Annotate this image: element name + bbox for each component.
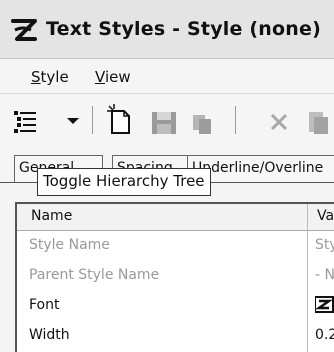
title-bar[interactable]: Text Styles - Style (none): [0, 0, 334, 59]
delete-style-button[interactable]: [265, 102, 295, 136]
toolbar-separator: [92, 106, 93, 134]
column-header-name[interactable]: Name: [31, 208, 72, 224]
row-name: Parent Style Name: [29, 267, 160, 283]
row-name: Style Name: [29, 237, 110, 253]
hierarchy-dropdown-button[interactable]: [62, 102, 84, 136]
menu-style[interactable]: Style: [31, 68, 69, 86]
row-name: Width: [29, 327, 70, 343]
toolbar: [0, 94, 334, 147]
new-style-button[interactable]: [105, 102, 135, 136]
property-grid: Name Value Style Name Style Parent Style…: [15, 202, 334, 352]
paste-icon: [309, 112, 328, 134]
table-row[interactable]: Parent Style Name - N: [17, 264, 334, 288]
font-glyph-icon: [314, 296, 334, 318]
app-logo-icon: [11, 19, 37, 41]
row-value: Style: [315, 237, 334, 253]
copy-style-button[interactable]: [188, 102, 218, 136]
table-row[interactable]: Font: [17, 294, 334, 318]
table-row[interactable]: Style Name Style: [17, 234, 334, 258]
new-document-icon: [107, 104, 130, 134]
hierarchy-tree-button[interactable]: [11, 102, 41, 136]
grid-header: Name Value: [17, 204, 334, 231]
delete-icon: [270, 113, 288, 131]
text-styles-window: Text Styles - Style (none) Style View Un…: [0, 0, 334, 352]
column-header-value[interactable]: Value: [317, 208, 334, 224]
menu-bar: Style View: [0, 59, 334, 94]
row-value: 0.2: [315, 327, 334, 343]
row-name: Font: [29, 297, 60, 313]
menu-view[interactable]: View: [95, 68, 131, 86]
hierarchy-tree-icon: [14, 111, 36, 133]
dropdown-arrow-icon: [67, 118, 79, 124]
save-icon: [152, 112, 176, 134]
copy-icon: [193, 115, 211, 134]
paste-style-button[interactable]: [303, 102, 333, 136]
save-style-button[interactable]: [149, 102, 179, 136]
table-row[interactable]: Width 0.2: [17, 324, 334, 348]
toolbar-separator: [235, 106, 236, 134]
window-title: Text Styles - Style (none): [46, 18, 321, 40]
row-value: - N: [315, 267, 334, 283]
tooltip: Toggle Hierarchy Tree: [37, 168, 211, 196]
